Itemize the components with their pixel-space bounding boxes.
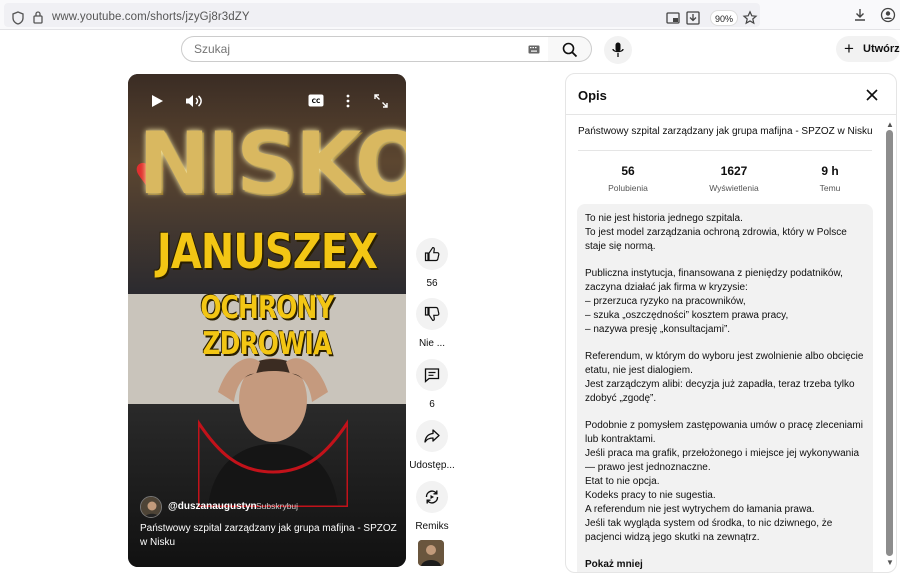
scroll-down-icon[interactable]: ▼ [886,558,894,567]
overlay-title-line1: JANUSZEX [156,224,378,280]
bookmark-star-icon[interactable] [742,10,758,26]
play-icon[interactable] [150,94,164,108]
channel-name-link[interactable]: @duszanaugustyn [168,501,257,512]
like-button[interactable] [416,238,448,270]
share-button[interactable] [416,420,448,452]
microphone-icon [612,42,624,57]
panel-title: Opis [578,88,607,103]
comment-icon [424,368,440,383]
dislike-action[interactable]: Nie ... [412,298,452,349]
close-icon[interactable] [863,86,881,104]
url-text[interactable]: www.youtube.com/shorts/jzyGj8r3dZY [52,11,250,23]
remix-icon [425,490,439,504]
stat-label: Wyświetlenia [709,183,759,193]
stat-value: 9 h [821,164,839,178]
divider [578,150,872,151]
address-bar[interactable]: www.youtube.com/shorts/jzyGj8r3dZY 90% [4,3,760,27]
remix-label: Remiks [415,521,449,532]
channel-avatar[interactable] [140,496,162,518]
remix-button[interactable] [416,481,448,513]
stat-value: 56 [621,164,635,178]
account-icon[interactable] [880,7,896,23]
subscribe-button[interactable]: Subskrybuj [256,501,298,511]
stat-label: Temu [819,183,841,193]
create-button[interactable]: + Utwórz [836,36,900,62]
divider [566,114,896,115]
like-action[interactable]: 56 [412,238,452,289]
more-options-icon[interactable] [345,94,351,108]
show-less-button[interactable]: Pokaż mniej [585,558,865,572]
description-paragraph: Podobnie z pomysłem zastępowania umów o … [585,420,863,543]
thumbs-up-icon [424,246,440,262]
search-icon [562,42,578,58]
thumbs-down-icon [424,306,440,322]
comments-count: 6 [429,399,435,410]
create-label: Utwórz [863,43,900,55]
comments-button[interactable] [416,359,448,391]
search-box[interactable] [181,36,549,62]
picture-in-picture-icon[interactable] [665,10,681,26]
description-paragraph: Referendum, w którym do wyboru jest zwol… [585,351,864,404]
scroll-up-icon[interactable]: ▲ [886,120,894,129]
comments-action[interactable]: 6 [412,359,452,410]
dislike-label: Nie ... [418,338,446,349]
downloads-icon[interactable] [852,7,868,23]
person-figure [198,358,348,507]
shield-icon[interactable] [12,11,24,25]
thumbnail-face-image [418,540,444,566]
save-page-icon[interactable] [685,10,701,26]
closed-captions-icon[interactable]: CC [308,94,324,107]
dislike-button[interactable] [416,298,448,330]
description-scrollbar[interactable]: ▲ ▼ [884,120,894,570]
keyboard-icon[interactable] [528,45,540,54]
video-caption[interactable]: Państwowy szpital zarządzany jak grupa m… [140,522,398,550]
volume-icon[interactable] [185,94,203,108]
stat-views: 1627 Wyświetlenia [694,164,774,193]
short-video-player[interactable]: ♥ NISKO JANUSZEX OCHRONY ZDROWIA CC @dus… [128,74,406,567]
stat-likes: 56 Polubienia [588,164,668,193]
description-panel: Opis Państwowy szpital zarządzany jak gr… [565,73,897,573]
share-label: Udostęp... [409,460,455,471]
description-paragraph: To nie jest historia jednego szpitala. T… [585,213,847,252]
search-button[interactable] [548,36,592,62]
like-count: 56 [426,278,438,289]
svg-text:CC: CC [312,98,321,105]
description-video-title: Państwowy szpital zarządzany jak grupa m… [578,126,873,137]
zoom-level[interactable]: 90% [710,10,738,26]
overlay-town-sign: NISKO [138,114,406,214]
stat-age: 9 h Temu [790,164,870,193]
description-text: To nie jest historia jednego szpitala. T… [577,204,873,572]
voice-search-button[interactable] [604,36,632,64]
audio-source-thumbnail[interactable] [418,540,444,566]
share-action[interactable]: Udostęp... [409,420,455,471]
remix-action[interactable]: Remiks [412,481,452,532]
lock-icon[interactable] [32,10,44,24]
description-paragraph: Publiczna instytucja, finansowana z pien… [585,268,843,335]
plus-icon: + [844,39,854,58]
browser-toolbar: www.youtube.com/shorts/jzyGj8r3dZY 90% [0,0,900,30]
share-arrow-icon [424,429,440,443]
fullscreen-icon[interactable] [374,94,388,108]
search-input[interactable] [194,42,514,56]
stat-label: Polubienia [608,183,648,193]
scroll-thumb[interactable] [886,130,893,556]
stat-value: 1627 [720,164,748,178]
